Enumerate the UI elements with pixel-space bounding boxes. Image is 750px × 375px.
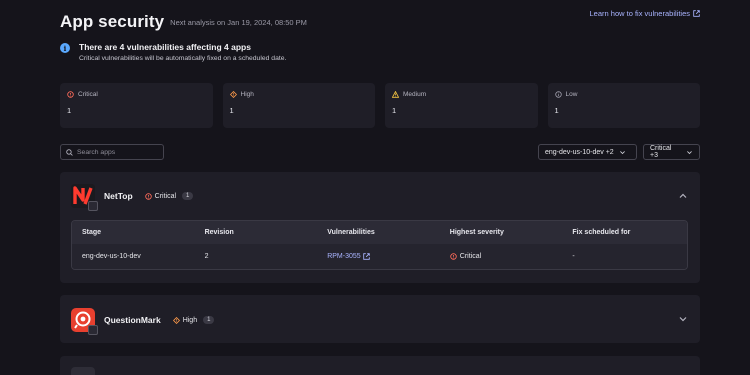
vulnerability-table: Stage Revision Vulnerabilities Highest s… [71, 220, 688, 270]
banner-title: There are 4 vulnerabilities affecting 4 … [79, 42, 251, 52]
app-severity-badge: Critical [144, 192, 177, 200]
vulnerability-cell: RPM-3055 [317, 253, 440, 260]
severity-summary: Critical 1 High 1 Medium 1 Low 1 [60, 83, 700, 128]
app-panel-questionmark: QuestionMark High 1 [60, 295, 700, 343]
critical-circle-icon [144, 192, 152, 200]
column-header: Revision [204, 229, 234, 236]
vulnerability-link-label: RPM-3055 [327, 253, 361, 260]
high-diamond-icon [229, 91, 237, 98]
medium-card-count: 1 [392, 106, 397, 115]
chevron-down-icon[interactable] [678, 314, 688, 324]
high-card-count: 1 [229, 106, 234, 115]
vulnerability-count-badge: 1 [203, 316, 215, 324]
learn-fix-link[interactable]: Learn how to fix vulnerabilities [590, 9, 700, 18]
medium-card: Medium 1 [385, 83, 538, 128]
app-severity-label: High [182, 316, 198, 324]
severity-cell-label: Critical [459, 253, 482, 260]
high-diamond-icon [172, 316, 180, 324]
column-header: Vulnerabilities [327, 229, 375, 236]
vulnerability-link[interactable]: RPM-3055 [327, 253, 370, 260]
next-analysis-text: Next analysis on Jan 19, 2024, 08:50 PM [170, 18, 307, 27]
low-circle-icon [554, 91, 562, 98]
high-card: High 1 [222, 83, 375, 128]
critical-card: Critical 1 [60, 83, 213, 128]
app-name: NetTop [104, 191, 133, 201]
high-card-label: High [240, 91, 254, 98]
external-link-icon [362, 253, 370, 260]
table-header: Stage Revision Vulnerabilities Highest s… [72, 221, 687, 244]
critical-circle-icon [67, 91, 74, 98]
app-type-badge-icon [88, 201, 98, 211]
external-link-icon [693, 10, 700, 17]
app-severity-badge: High [172, 316, 198, 324]
critical-card-count: 1 [67, 106, 72, 115]
column-header: Stage [82, 229, 102, 236]
nettop-logo [71, 184, 98, 211]
low-card-label: Low [565, 91, 578, 98]
environment-filter[interactable]: eng-dev-us-10-dev +2 [538, 144, 637, 160]
severity-filter[interactable]: Critical +3 [643, 144, 700, 160]
info-icon: i [60, 43, 70, 53]
severity-cell: Critical [440, 253, 563, 260]
low-card: Low 1 [547, 83, 700, 128]
severity-filter-label: Critical +3 [650, 145, 672, 159]
vulnerability-count-badge: 1 [182, 192, 194, 200]
column-header: Highest severity [449, 229, 504, 236]
stage-cell: eng-dev-us-10-dev [82, 253, 141, 260]
chevron-down-icon [687, 150, 692, 154]
learn-fix-link-label: Learn how to fix vulnerabilities [589, 9, 690, 18]
table-row: eng-dev-us-10-dev 2 RPM-3055 Critical - [72, 244, 687, 269]
app-name: QuestionMark [104, 315, 161, 325]
revision-cell: 2 [204, 253, 209, 260]
chevron-down-icon [619, 150, 625, 154]
environment-filter-label: eng-dev-us-10-dev +2 [545, 148, 614, 156]
search-icon [66, 148, 73, 156]
critical-circle-icon [450, 253, 457, 260]
app-type-badge-icon [88, 325, 98, 335]
chevron-up-icon[interactable] [678, 191, 688, 201]
search-box[interactable] [60, 144, 164, 160]
medium-card-label: Medium [403, 91, 427, 98]
banner-subtitle: Critical vulnerabilities will be automat… [79, 55, 287, 62]
app-panel-partial [60, 356, 700, 375]
fix-scheduled-cell: - [572, 253, 575, 260]
search-input[interactable] [77, 148, 162, 156]
vulnerability-banner: i There are 4 vulnerabilities affecting … [60, 41, 700, 69]
app-header[interactable]: QuestionMark High 1 [71, 308, 215, 335]
page-title: App security [60, 12, 165, 31]
medium-triangle-icon [392, 91, 399, 98]
questionmark-logo [71, 308, 98, 335]
app-panel-nettop: NetTop Critical 1 Stage Revision Vulnera… [60, 172, 700, 283]
app-logo-partial [71, 367, 95, 375]
app-header[interactable]: NetTop Critical 1 [71, 184, 194, 211]
column-header: Fix scheduled for [572, 229, 631, 236]
app-severity-label: Critical [154, 192, 177, 200]
low-card-count: 1 [554, 106, 559, 115]
critical-card-label: Critical [78, 91, 98, 98]
